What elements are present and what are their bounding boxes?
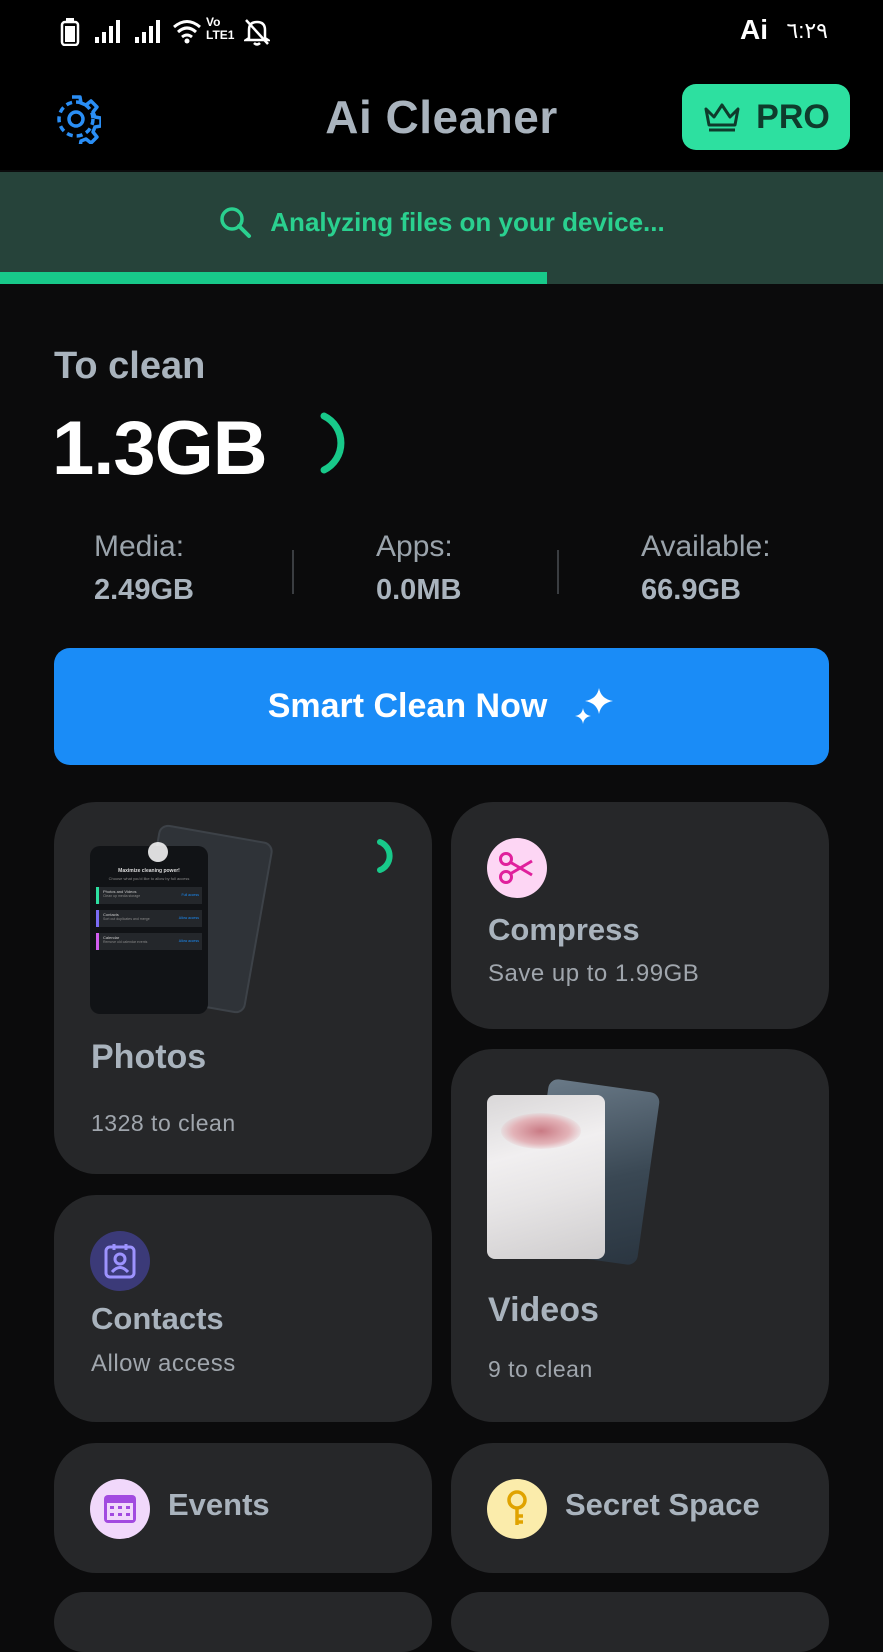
calendar-icon — [90, 1479, 150, 1539]
stat-label: Available: — [641, 530, 771, 563]
stat-value: 66.9GB — [641, 574, 741, 606]
stat-apps: Apps: 0.0MB — [376, 530, 461, 607]
signal-icon — [95, 20, 120, 43]
preview-subheading: Choose what you'd like to allow by full … — [108, 876, 190, 881]
scissors-icon — [487, 838, 547, 898]
stat-label: Media: — [94, 530, 185, 563]
videos-title: Videos — [488, 1291, 599, 1329]
to-clean-label: To clean — [54, 345, 206, 387]
sparkle-icon — [575, 687, 614, 724]
key-icon — [487, 1479, 547, 1539]
pro-button[interactable]: PRO — [682, 84, 850, 150]
wifi-icon — [173, 20, 201, 44]
stat-media: Media: 2.49GB — [94, 530, 194, 607]
secret-space-title: Secret Space — [565, 1487, 760, 1522]
preview-row: Photos and Videos Clean up media storage… — [96, 887, 202, 904]
status-bar: Vo LTE1 Ai ٦:٢٩ — [0, 0, 883, 64]
photos-card[interactable]: Maximize cleaning power! Choose what you… — [54, 802, 432, 1174]
battery-icon — [60, 18, 80, 46]
events-card[interactable]: Events — [54, 1443, 432, 1573]
smart-clean-button[interactable]: Smart Clean Now — [54, 648, 829, 765]
permission-preview: Maximize cleaning power! Choose what you… — [90, 846, 208, 1014]
compress-title: Compress — [488, 912, 640, 947]
to-clean-value: 1.3GB — [52, 406, 268, 491]
videos-card[interactable]: Videos 9 to clean — [451, 1049, 829, 1422]
notifications-off-icon — [244, 19, 270, 46]
divider — [292, 550, 294, 594]
preview-badge — [148, 842, 168, 862]
app-header: Ai Cleaner PRO — [0, 64, 883, 170]
next-card-partial[interactable] — [54, 1592, 432, 1652]
events-title: Events — [168, 1487, 270, 1522]
stat-label: Apps: — [376, 530, 453, 563]
videos-subtitle: 9 to clean — [488, 1356, 593, 1382]
secret-space-card[interactable]: Secret Space — [451, 1443, 829, 1573]
loading-spinner-icon — [320, 412, 345, 474]
compress-subtitle: Save up to 1.99GB — [488, 960, 700, 987]
contacts-title: Contacts — [91, 1301, 224, 1336]
video-thumbnail — [487, 1095, 605, 1259]
compress-card[interactable]: Compress Save up to 1.99GB — [451, 802, 829, 1029]
analyzing-banner: Analyzing files on your device... — [0, 172, 883, 272]
photos-subtitle: 1328 to clean — [91, 1110, 236, 1136]
signal-icon — [135, 20, 160, 43]
stat-value: 0.0MB — [376, 574, 462, 606]
clock: ٦:٢٩ — [786, 18, 828, 43]
pro-label: PRO — [756, 97, 830, 136]
crown-icon — [704, 103, 740, 132]
divider — [557, 550, 559, 594]
contact-card-icon — [90, 1231, 150, 1291]
preview-row: Calendar Remove old calendar events Allo… — [96, 933, 202, 950]
analyzing-text: Analyzing files on your device... — [270, 206, 665, 237]
loading-spinner-icon — [377, 839, 393, 873]
preview-row: Contacts Sort out duplicates and merge A… — [96, 910, 202, 927]
stat-value: 2.49GB — [94, 574, 194, 606]
next-card-partial[interactable] — [451, 1592, 829, 1652]
contacts-subtitle: Allow access — [91, 1350, 236, 1377]
contacts-card[interactable]: Contacts Allow access — [54, 1195, 432, 1422]
photos-title: Photos — [91, 1038, 207, 1076]
video-thumbnail-detail — [501, 1113, 581, 1149]
analysis-progress-bar — [0, 272, 883, 284]
search-icon — [220, 207, 252, 238]
preview-heading: Maximize cleaning power! — [118, 868, 180, 874]
smart-clean-label: Smart Clean Now — [267, 687, 548, 725]
analysis-progress-fill — [0, 272, 548, 284]
ai-status-badge: Ai — [740, 14, 768, 45]
stat-available: Available: 66.9GB — [641, 530, 771, 607]
volte-icon: Vo LTE1 — [206, 15, 235, 42]
